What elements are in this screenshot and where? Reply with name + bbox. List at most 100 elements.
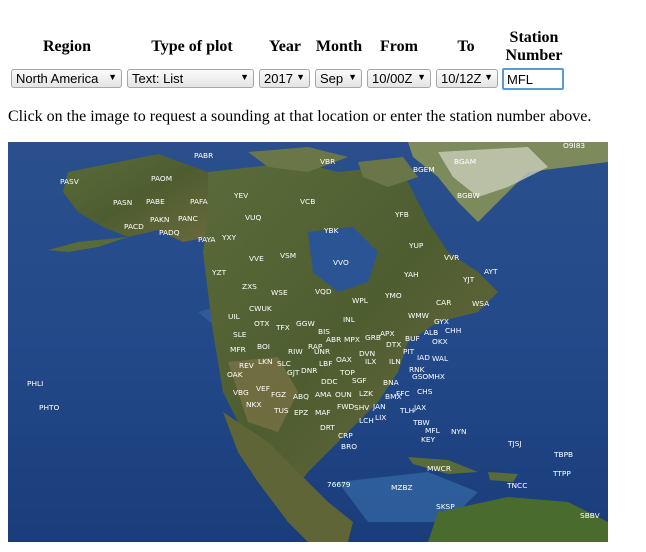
- station-label: CAR: [436, 298, 451, 307]
- station-number-input[interactable]: [502, 68, 564, 90]
- station-label: MZBZ: [391, 483, 413, 492]
- station-label: YEV: [233, 191, 248, 200]
- station-label: MWCR: [427, 464, 451, 473]
- station-label: YJT: [462, 275, 475, 284]
- station-label: LIX: [375, 413, 386, 422]
- to-select[interactable]: 10/12Z ▼: [436, 69, 498, 88]
- station-label: TFX: [275, 323, 290, 332]
- station-label: SBBV: [580, 511, 600, 520]
- station-label: LCH: [359, 416, 374, 425]
- instruction-text: Click on the image to request a sounding…: [8, 108, 592, 125]
- station-label: MAF: [315, 408, 331, 417]
- from-select[interactable]: 10/00Z ▼: [367, 69, 431, 88]
- station-label: PAOM: [151, 174, 172, 183]
- from-select-value: 10/00Z: [372, 71, 413, 86]
- station-label: MPX: [344, 335, 360, 344]
- station-label: VQD: [315, 287, 332, 296]
- station-label: VBR: [320, 157, 335, 166]
- station-label: ABQ: [293, 392, 309, 401]
- station-label: KEY: [421, 435, 436, 444]
- year-select[interactable]: 2017 ▼: [259, 69, 310, 88]
- station-label: UIL: [228, 312, 241, 321]
- station-label: WPL: [352, 296, 369, 305]
- station-label: JAN: [372, 402, 386, 411]
- station-label: AMA: [315, 390, 332, 399]
- station-label: RIW: [288, 347, 303, 356]
- station-label: PABE: [146, 197, 165, 206]
- station-label: YMO: [384, 291, 402, 300]
- station-label: BOI: [257, 342, 270, 351]
- station-label: FWD: [337, 402, 355, 411]
- station-label: CRP: [338, 431, 353, 440]
- station-label: VCB: [300, 197, 315, 206]
- station-label: TJSJ: [507, 439, 522, 448]
- station-label: DDC: [321, 377, 338, 386]
- station-label: WMW: [408, 311, 430, 320]
- station-label: GSO: [412, 372, 428, 381]
- station-label: OTX: [254, 319, 269, 328]
- chevron-down-icon: ▼: [296, 72, 305, 82]
- to-select-value: 10/12Z: [441, 71, 482, 86]
- station-label: FFC: [396, 389, 410, 398]
- station-label: SHV: [354, 403, 369, 412]
- plot-type-select[interactable]: Text: List ▼: [127, 69, 254, 88]
- chevron-down-icon: ▼: [417, 72, 426, 82]
- station-label: VSM: [280, 251, 296, 260]
- station-label: REV: [239, 361, 254, 370]
- station-header-line2: Number: [505, 47, 563, 64]
- station-label: APX: [380, 329, 395, 338]
- station-label: PADQ: [159, 228, 180, 237]
- station-label: WSA: [472, 299, 489, 308]
- chevron-down-icon: ▼: [108, 72, 117, 82]
- station-number-header: Station Number: [500, 29, 568, 65]
- sounding-map[interactable]: PABR PASV PAOM PABE PAFA PASN PACD PAKN PANC PADQ…: [8, 142, 608, 542]
- station-label: JAX: [413, 403, 426, 412]
- chevron-down-icon: ▼: [240, 72, 249, 82]
- station-label: NKX: [246, 400, 261, 409]
- month-select-value: Sep: [320, 71, 344, 86]
- station-label: TUS: [273, 406, 289, 415]
- station-label: PACD: [124, 222, 144, 231]
- from-header: From: [380, 38, 418, 55]
- station-label: PAKN: [150, 215, 169, 224]
- year-select-value: 2017: [264, 71, 293, 86]
- station-label: PHLI: [27, 379, 43, 388]
- plot-type-select-value: Text: List: [132, 71, 184, 86]
- station-header-line1: Station: [509, 29, 559, 46]
- station-label: YBK: [323, 226, 339, 235]
- station-label: ABR: [326, 335, 341, 344]
- station-label: OAK: [227, 370, 243, 379]
- station-label: ILX: [365, 357, 376, 366]
- station-label: IAD: [417, 353, 430, 362]
- station-label: DNR: [301, 366, 317, 375]
- station-label: BGEM: [413, 165, 435, 174]
- station-label: UNR: [314, 347, 330, 356]
- station-label: VVO: [333, 258, 349, 267]
- station-label: GJT: [287, 368, 300, 377]
- station-label: OUN: [335, 390, 352, 399]
- station-label: ILN: [389, 357, 401, 366]
- station-label: SLC: [277, 359, 291, 368]
- chevron-down-icon: ▼: [484, 72, 493, 82]
- station-label: WSE: [271, 288, 288, 297]
- station-label: ZXS: [242, 282, 257, 291]
- station-label: ALB: [424, 328, 438, 337]
- station-label: YUP: [408, 241, 424, 250]
- station-label: PANC: [178, 214, 198, 223]
- station-label: BUF: [405, 334, 420, 343]
- station-label: OKX: [432, 337, 448, 346]
- north-america-map-image: PABR PASV PAOM PABE PAFA PASN PACD PAKN PANC PADQ…: [8, 142, 608, 542]
- station-label: AYT: [484, 267, 498, 276]
- station-label: YFB: [394, 210, 409, 219]
- station-label: GRB: [365, 333, 381, 342]
- month-select[interactable]: Sep ▼: [315, 69, 362, 88]
- region-select[interactable]: North America ▼: [11, 69, 122, 88]
- station-label: TTPP: [552, 469, 571, 478]
- station-label: INL: [343, 315, 356, 324]
- station-label: DRT: [320, 423, 335, 432]
- station-label: PABR: [194, 151, 213, 160]
- station-label: TNCC: [506, 481, 527, 490]
- station-label: BGBW: [457, 191, 480, 200]
- station-label: PASV: [60, 177, 79, 186]
- station-label: EPZ: [294, 408, 308, 417]
